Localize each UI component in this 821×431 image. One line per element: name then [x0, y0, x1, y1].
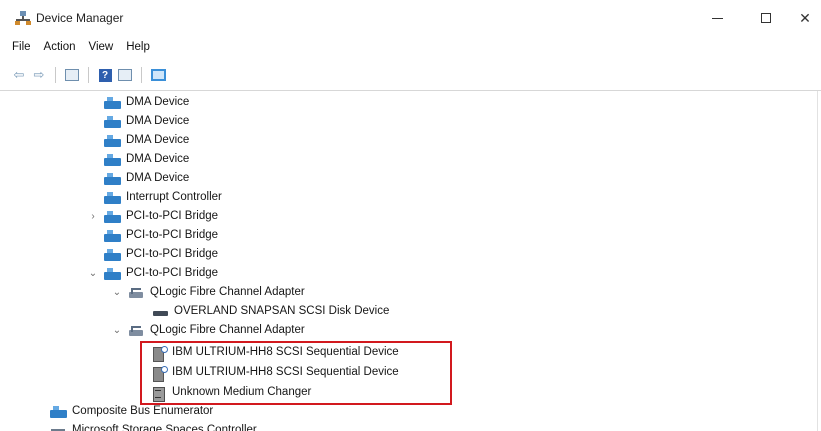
minimize-icon: [711, 17, 723, 19]
scrollbar-track[interactable]: [817, 91, 818, 431]
tree-item-expanded[interactable]: ⌄ QLogic Fibre Channel Adapter: [112, 321, 305, 340]
forward-arrow-icon: ⇨: [33, 67, 45, 82]
tree-item[interactable]: PCI-to-PCI Bridge: [104, 245, 218, 264]
tree-item[interactable]: PCI-to-PCI Bridge: [104, 226, 218, 245]
bus-device-icon: [104, 267, 121, 281]
disk-drive-icon: [152, 305, 169, 319]
close-button[interactable]: ✕: [789, 4, 821, 32]
tree-item-label: PCI-to-PCI Bridge: [126, 248, 219, 260]
forward-button[interactable]: ⇨: [31, 67, 47, 83]
tree-item-label: Interrupt Controller: [126, 191, 222, 203]
tree-item[interactable]: DMA Device: [104, 112, 189, 131]
expand-chevron-icon[interactable]: ›: [88, 211, 98, 222]
tree-item-label: DMA Device: [126, 153, 190, 165]
collapse-chevron-icon[interactable]: ⌄: [112, 325, 122, 336]
tree-item-label: Microsoft Storage Spaces Controller: [72, 424, 257, 431]
tree-item-label: DMA Device: [126, 115, 190, 127]
menu-file[interactable]: File: [12, 38, 38, 56]
show-hide-console-tree-button[interactable]: [64, 67, 80, 83]
window-title: Device Manager: [36, 11, 124, 25]
bus-device-icon: [104, 191, 121, 205]
fibre-adapter-icon: [128, 324, 145, 338]
menu-bar: File Action View Help: [0, 38, 157, 56]
bus-device-icon: [104, 134, 121, 148]
menu-view[interactable]: View: [89, 38, 121, 56]
tree-item[interactable]: DMA Device: [104, 93, 189, 112]
toolbar-divider: [0, 90, 821, 91]
menu-action[interactable]: Action: [44, 38, 83, 56]
toolbar-separator: [88, 67, 89, 83]
scan-hardware-button[interactable]: [150, 67, 166, 83]
title-bar: Device Manager ✕: [0, 0, 821, 36]
highlight-box: [140, 341, 452, 405]
bus-device-icon: [104, 210, 121, 224]
bus-device-icon: [104, 96, 121, 110]
collapse-chevron-icon[interactable]: ⌄: [88, 268, 98, 279]
storage-controller-icon: [50, 424, 67, 431]
tree-item[interactable]: DMA Device: [104, 150, 189, 169]
help-icon: ?: [98, 68, 112, 82]
help-button[interactable]: ?: [97, 67, 113, 83]
toolbar-separator: [141, 67, 142, 83]
tree-item[interactable]: DMA Device: [104, 169, 189, 188]
tree-item[interactable]: Interrupt Controller: [104, 188, 222, 207]
minimize-button[interactable]: [694, 4, 740, 32]
bus-device-icon: [104, 172, 121, 186]
tree-item-label: DMA Device: [126, 172, 190, 184]
toolbar-separator: [55, 67, 56, 83]
device-manager-app-icon: [15, 11, 31, 25]
tree-item-label: QLogic Fibre Channel Adapter: [150, 324, 305, 336]
tree-item-label: QLogic Fibre Channel Adapter: [150, 286, 305, 298]
menu-help[interactable]: Help: [126, 38, 157, 56]
tree-item-label: DMA Device: [126, 134, 190, 146]
properties-button[interactable]: [117, 67, 133, 83]
maximize-icon: [761, 13, 771, 23]
tree-item[interactable]: OVERLAND SNAPSAN SCSI Disk Device: [152, 302, 389, 321]
tree-item-label: PCI-to-PCI Bridge: [126, 267, 219, 279]
fibre-adapter-icon: [128, 286, 145, 300]
tree-item-expanded[interactable]: ⌄ PCI-to-PCI Bridge: [88, 264, 218, 283]
close-icon: ✕: [799, 9, 811, 26]
tree-item[interactable]: Microsoft Storage Spaces Controller: [50, 421, 257, 431]
back-arrow-icon: ⇦: [13, 67, 25, 82]
bus-device-icon: [104, 248, 121, 262]
bus-device-icon: [104, 229, 121, 243]
back-button[interactable]: ⇦: [11, 67, 27, 83]
tree-item-label: PCI-to-PCI Bridge: [126, 210, 219, 222]
tree-item-expanded[interactable]: ⌄ QLogic Fibre Channel Adapter: [112, 283, 305, 302]
tree-item[interactable]: DMA Device: [104, 131, 189, 150]
monitor-icon: [150, 69, 166, 81]
bus-device-icon: [50, 405, 67, 419]
tree-item-label: DMA Device: [126, 96, 190, 108]
collapse-chevron-icon[interactable]: ⌄: [112, 287, 122, 298]
bus-device-icon: [104, 153, 121, 167]
tree-item-label: OVERLAND SNAPSAN SCSI Disk Device: [174, 305, 390, 317]
console-tree-icon: [65, 69, 79, 81]
tree-item-label: PCI-to-PCI Bridge: [126, 229, 219, 241]
maximize-button[interactable]: [743, 4, 789, 32]
bus-device-icon: [104, 115, 121, 129]
toolbar: ⇦ ⇨ ?: [0, 62, 821, 88]
properties-icon: [118, 69, 132, 81]
tree-item-collapsed[interactable]: › PCI-to-PCI Bridge: [88, 207, 218, 226]
